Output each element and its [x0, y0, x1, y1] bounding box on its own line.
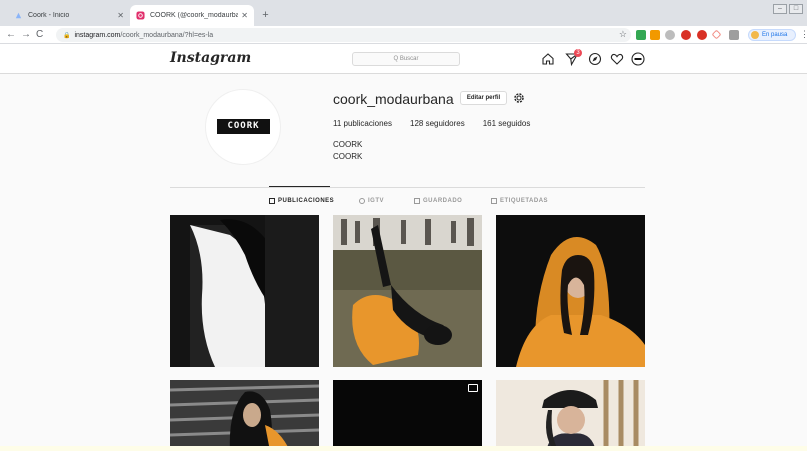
reload-icon[interactable]: C: [36, 29, 43, 41]
post-image: [170, 380, 319, 451]
back-arrow-icon[interactable]: ←: [6, 29, 16, 41]
brand-logo: COORK: [217, 119, 270, 134]
page-favicon-icon: [14, 11, 23, 20]
grid-icon: [269, 198, 275, 204]
following-count-link[interactable]: 161 seguidos: [483, 119, 531, 128]
tab-label: ETIQUETADAS: [500, 198, 549, 204]
browser-tab-bar: Coork - Inicio ✕ COORK (@coork_modaurban…: [0, 0, 807, 26]
video-icon: [468, 384, 478, 392]
extension-opera-icon[interactable]: [681, 30, 691, 40]
window-controls: – □: [773, 4, 803, 14]
post-thumbnail[interactable]: [496, 380, 645, 451]
search-input[interactable]: Q Buscar: [352, 52, 460, 66]
browser-toolbar: ← → C 🔒 instagram.com /coork_modaurbana/…: [0, 26, 807, 44]
active-tab-indicator: [269, 186, 330, 187]
close-tab-icon[interactable]: ✕: [117, 11, 124, 20]
tab-title: Coork - Inicio: [28, 12, 70, 19]
profile-username: coork_modaurbana: [333, 91, 454, 107]
tag-user-icon: [491, 198, 497, 204]
tab-igtv[interactable]: IGTV: [359, 198, 384, 204]
browser-tab-instagram[interactable]: COORK (@coork_modaurbana) • ✕: [130, 5, 254, 26]
bookmark-icon: [414, 198, 420, 204]
tabs-divider: [170, 187, 645, 188]
menu-kebab-icon[interactable]: ⋮: [800, 29, 807, 40]
tab-etiquetadas[interactable]: ETIQUETADAS: [491, 198, 548, 204]
post-thumbnail[interactable]: [496, 215, 645, 367]
extension-grey-icon[interactable]: [665, 30, 675, 40]
profile-avatar[interactable]: COORK: [205, 89, 281, 165]
post-thumbnail[interactable]: [333, 380, 482, 451]
extension-red-icon[interactable]: [697, 30, 707, 40]
post-image: [170, 215, 319, 367]
activity-heart-icon[interactable]: [610, 52, 624, 66]
close-tab-icon[interactable]: ✕: [241, 11, 248, 20]
extension-orange-icon[interactable]: [650, 30, 660, 40]
posts-count: 11 publicaciones: [333, 119, 393, 128]
explore-compass-icon[interactable]: [588, 52, 602, 66]
post-image: [333, 380, 482, 451]
extension-green-icon[interactable]: [636, 30, 646, 40]
igtv-icon: [359, 198, 365, 204]
browser-tab-coork-inicio[interactable]: Coork - Inicio ✕: [8, 5, 130, 26]
address-bar[interactable]: 🔒 instagram.com /coork_modaurbana/?hl=es…: [56, 28, 631, 42]
post-image: [333, 215, 482, 367]
settings-gear-icon[interactable]: [512, 91, 526, 105]
tab-label: GUARDADO: [423, 198, 463, 204]
tab-label: IGTV: [368, 198, 385, 204]
tab-publicaciones[interactable]: PUBLICACIONES: [269, 198, 334, 204]
post-thumbnail[interactable]: [333, 215, 482, 367]
url-host: instagram.com: [74, 31, 121, 39]
home-icon[interactable]: [541, 52, 555, 66]
tab-title: COORK (@coork_modaurbana) •: [150, 12, 239, 19]
profile-bio: COORK: [333, 152, 363, 161]
tab-guardado[interactable]: GUARDADO: [414, 198, 462, 204]
profile-full-name: COORK: [333, 140, 363, 149]
new-tab-button[interactable]: +: [259, 9, 272, 22]
profile-stats: 11 publicaciones 128 seguidores 161 segu…: [333, 119, 548, 128]
direct-messages-icon[interactable]: 3: [565, 49, 582, 67]
instagram-favicon-icon: [136, 11, 145, 20]
instagram-logo[interactable]: Instagram: [170, 50, 251, 66]
post-image: [496, 215, 645, 367]
profile-avatar-nav-icon[interactable]: [631, 52, 645, 66]
bookmark-star-icon[interactable]: ☆: [619, 29, 627, 40]
post-thumbnail[interactable]: [170, 215, 319, 367]
forward-arrow-icon[interactable]: →: [21, 29, 31, 41]
extension-diamond-icon[interactable]: [711, 29, 722, 40]
maximize-button[interactable]: □: [789, 4, 803, 14]
post-thumbnail[interactable]: [170, 380, 319, 451]
followers-count-link[interactable]: 128 seguidores: [410, 119, 465, 128]
page-bottom-strip: [0, 446, 807, 451]
paused-label: En pausa: [762, 32, 788, 38]
edit-profile-button[interactable]: Editar perfil: [460, 91, 507, 105]
url-path: /coork_modaurbana/?hl=es-la: [120, 31, 214, 39]
profile-avatar-icon: [751, 31, 759, 39]
tab-label: PUBLICACIONES: [278, 198, 335, 204]
instagram-header: Instagram Q Buscar 3: [0, 44, 807, 74]
post-image: [496, 380, 645, 451]
notification-badge: 3: [574, 49, 582, 57]
profile-paused-button[interactable]: En pausa: [748, 29, 796, 41]
minimize-button[interactable]: –: [773, 4, 787, 14]
extension-box-icon[interactable]: [729, 30, 739, 40]
lock-icon: 🔒: [63, 32, 71, 39]
